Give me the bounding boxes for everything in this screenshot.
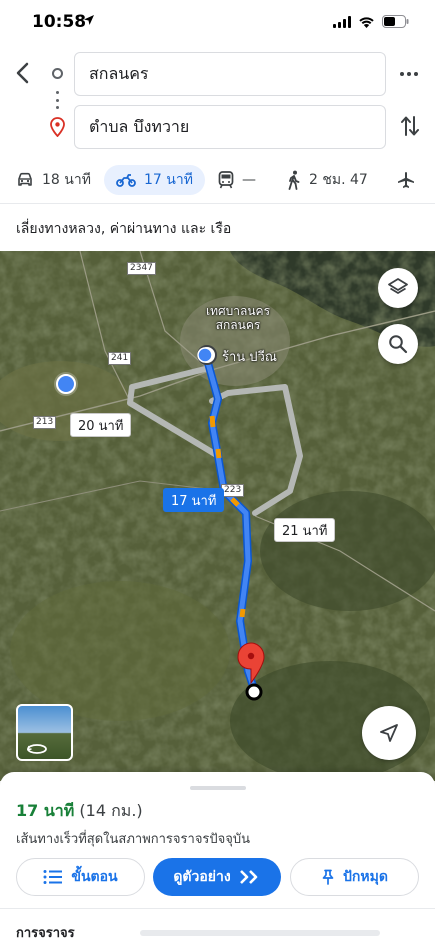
route-time-main[interactable]: 17 นาที <box>163 488 225 512</box>
route-duration-time: 17 นาที <box>16 801 75 820</box>
route-time-alt-left[interactable]: 20 นาที <box>70 413 132 437</box>
mode-motorcycle[interactable]: 17 นาที <box>104 165 205 195</box>
preview-button-label: ดูตัวอย่าง <box>173 869 231 885</box>
status-bar: 10:58 <box>0 0 435 48</box>
list-icon <box>43 870 63 884</box>
steps-button-label: ขั้นตอน <box>71 869 118 885</box>
route-duration: 17 นาที (14 กม.) <box>16 799 143 824</box>
more-options-icon[interactable] <box>400 72 418 76</box>
back-arrow-icon[interactable] <box>10 60 36 86</box>
pin-button[interactable]: ปักหมุด <box>290 858 419 896</box>
wifi-icon <box>359 16 374 28</box>
search-icon <box>389 335 408 354</box>
travel-mode-bar: 18 นาที 17 นาที — 2 ชม. 47 <box>0 158 435 204</box>
search-button[interactable] <box>378 324 418 364</box>
origin-field[interactable]: สกลนคร <box>74 52 386 96</box>
route-connector-dots <box>56 91 59 109</box>
start-navigation-button[interactable] <box>362 706 416 760</box>
city-label-line2: สกลนคร <box>215 318 261 332</box>
double-chevron-right-icon <box>239 870 257 884</box>
route-distance: (14 กม.) <box>79 801 143 820</box>
motorcycle-icon <box>116 174 136 187</box>
mode-transit-label: — <box>242 172 256 188</box>
pin-button-label: ปักหมุด <box>343 869 388 885</box>
steps-button[interactable]: ขั้นตอน <box>16 858 145 896</box>
route-details-sheet[interactable]: 17 นาที (14 กม.) เส้นทางเร็วที่สุดในสภาพ… <box>0 772 435 942</box>
origin-field-text: สกลนคร <box>89 63 149 83</box>
mode-walking[interactable]: 2 ชม. 47 <box>287 165 368 195</box>
map-view[interactable]: 2347 241 213 223 เทศบาลนคร สกลนคร ร้าน ป… <box>0 251 435 781</box>
walking-icon <box>288 170 300 190</box>
shop-label[interactable]: ร้าน ปวีณ <box>222 351 277 365</box>
sheet-divider <box>0 908 435 909</box>
flight-icon <box>398 172 414 188</box>
battery-icon <box>382 15 409 28</box>
preview-button[interactable]: ดูตัวอย่าง <box>153 858 281 896</box>
pushpin-icon <box>322 869 334 885</box>
road-shield-2347: 2347 <box>127 262 156 275</box>
sheet-grabber[interactable] <box>190 786 246 790</box>
road-shield-213: 213 <box>33 416 57 429</box>
city-label: เทศบาลนคร สกลนคร <box>206 304 270 332</box>
route-time-alt-right[interactable]: 21 นาที <box>274 518 336 542</box>
mode-flight[interactable] <box>397 165 415 195</box>
mode-car[interactable]: 18 นาที <box>16 165 91 195</box>
navigation-arrow-icon <box>380 724 398 742</box>
traffic-bar <box>140 930 380 936</box>
traffic-section-title: การจราจร <box>16 926 75 941</box>
route-options-text[interactable]: เลี่ยงทางหลวง, ค่าผ่านทาง และ เรือ <box>16 218 231 240</box>
destination-pin-icon <box>50 117 65 137</box>
mode-car-label: 18 นาที <box>42 172 91 188</box>
road-shield-241: 241 <box>108 352 132 365</box>
mode-transit[interactable]: — <box>218 165 256 195</box>
route-description: เส้นทางเร็วที่สุดในสภาพการจราจรปัจจุบัน <box>16 832 251 847</box>
mode-divider <box>0 203 435 204</box>
mode-motorcycle-label: 17 นาที <box>144 172 193 188</box>
destination-field[interactable]: ตำบล บึงทวาย <box>74 105 386 149</box>
location-arrow-icon <box>84 15 94 25</box>
street-view-rotate-icon <box>26 744 47 754</box>
city-label-line1: เทศบาลนคร <box>206 304 271 318</box>
layers-icon <box>388 278 408 294</box>
swap-directions-icon[interactable] <box>399 114 421 138</box>
status-time: 10:58 <box>32 12 87 32</box>
origin-dot-icon <box>52 68 63 79</box>
car-icon <box>18 172 32 186</box>
street-view-thumbnail[interactable] <box>16 704 73 761</box>
road-shield-223: 223 <box>221 484 245 497</box>
destination-field-text: ตำบล บึงทวาย <box>89 116 190 136</box>
transit-icon <box>218 171 234 189</box>
cellular-signal-icon <box>333 15 351 28</box>
layers-button[interactable] <box>378 268 418 308</box>
mode-walking-label: 2 ชม. 47 <box>309 172 368 188</box>
